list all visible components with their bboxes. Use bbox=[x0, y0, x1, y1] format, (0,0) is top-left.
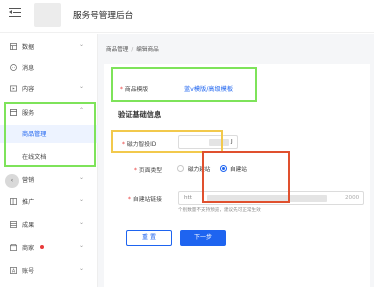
service-icon bbox=[10, 109, 17, 116]
sidebar-item-message[interactable]: 消息 bbox=[0, 59, 98, 77]
sidebar-item-label: 内容 bbox=[22, 86, 35, 93]
sidebar-item-label: 商品管理 bbox=[22, 131, 47, 138]
site-link-prefix: htt bbox=[184, 195, 192, 201]
reset-button[interactable]: 重 置 bbox=[126, 230, 172, 246]
sidebar-item-label: 推广 bbox=[22, 199, 35, 206]
content-play-icon bbox=[10, 85, 17, 92]
app-title: 服务号管理后台 bbox=[73, 11, 134, 21]
sidebar-item-content[interactable]: 内容 ⌄ bbox=[0, 80, 98, 98]
magnet-id-label: * 磁力智投ID bbox=[122, 142, 157, 148]
sidebar-item-account[interactable]: A 账号 ⌄ bbox=[0, 262, 98, 280]
chevron-down-icon: ⌄ bbox=[79, 242, 85, 249]
promotion-icon bbox=[10, 198, 17, 205]
sidebar-item-promotion[interactable]: 推广 ⌄ bbox=[0, 193, 98, 211]
template-label: * 商品模版 bbox=[120, 87, 149, 93]
app-logo bbox=[34, 3, 61, 27]
sidebar-item-label: 服务 bbox=[22, 110, 35, 117]
breadcrumb-separator: / bbox=[131, 47, 134, 53]
magnet-id-input[interactable]: J bbox=[178, 135, 238, 149]
sidebar-item-online-docs[interactable]: 在线文档 bbox=[0, 148, 98, 166]
page-type-label: * 页面类型 bbox=[134, 168, 163, 174]
required-mark: * bbox=[122, 142, 125, 148]
required-mark: * bbox=[120, 87, 123, 93]
sidebar-item-label: 商家 bbox=[22, 245, 35, 252]
page-type-option-label: 磁力建站 bbox=[188, 167, 211, 173]
data-grid-icon bbox=[10, 43, 17, 50]
store-icon bbox=[10, 244, 17, 251]
redacted-value bbox=[207, 195, 327, 202]
sidebar-item-label: 成果 bbox=[22, 222, 35, 229]
sidebar-item-service[interactable]: 服务 ⌃ bbox=[0, 104, 98, 122]
chevron-up-icon: ⌃ bbox=[79, 107, 85, 114]
sidebar-item-label: 数据 bbox=[22, 44, 35, 51]
edit-product-form: * 商品模版 蓝v模版/高级模板 验证基础信息 * 磁力智投ID J * 页面类型 磁… bbox=[104, 64, 370, 287]
sidebar-item-store[interactable]: 商家 ⌄ bbox=[0, 239, 98, 257]
required-mark: * bbox=[134, 168, 137, 174]
next-step-button[interactable]: 下一步 bbox=[180, 230, 226, 246]
notification-dot bbox=[40, 245, 44, 249]
message-icon bbox=[10, 64, 17, 71]
sidebar-item-label: 消息 bbox=[22, 65, 35, 72]
sidebar: 数据 ⌄ 消息 内容 ⌄ 服务 ⌃ 商品管理 在线文档 营销 ⌄ 推广 ⌄ 成果… bbox=[0, 34, 98, 287]
sidebar-item-product-management[interactable]: 商品管理 bbox=[0, 125, 98, 143]
site-link-label: * 自建站链接 bbox=[128, 197, 162, 203]
chevron-left-icon: ‹ bbox=[10, 177, 14, 184]
sidebar-item-label: 账号 bbox=[22, 268, 35, 275]
sidebar-item-label: 营销 bbox=[22, 177, 35, 184]
account-icon: A bbox=[10, 267, 17, 274]
menu-fold-icon[interactable] bbox=[9, 8, 21, 18]
sidebar-collapse-button[interactable]: ‹ bbox=[5, 174, 19, 188]
redacted-value bbox=[209, 139, 229, 146]
char-counter: 2000 bbox=[345, 195, 360, 201]
section-title: 验证基础信息 bbox=[118, 110, 162, 119]
breadcrumb: 商品管理 / 编辑商品 bbox=[106, 45, 159, 53]
site-link-hint: 个别数量不支持预览，建议先可正常生效 bbox=[178, 208, 261, 213]
template-link[interactable]: 蓝v模版/高级模板 bbox=[184, 84, 233, 93]
magnet-id-suffix: J bbox=[231, 139, 233, 145]
page-type-option-label: 自建站 bbox=[230, 167, 247, 173]
page-type-radio-self-built[interactable] bbox=[220, 165, 227, 172]
top-header: 服务号管理后台 bbox=[0, 0, 374, 33]
chevron-down-icon: ⌄ bbox=[79, 219, 85, 226]
sidebar-item-label: 在线文档 bbox=[22, 154, 47, 161]
page-type-radio-magnet[interactable] bbox=[177, 165, 184, 172]
sidebar-item-results[interactable]: 成果 ⌄ bbox=[0, 216, 98, 234]
svg-text:A: A bbox=[12, 268, 16, 274]
chevron-down-icon: ⌄ bbox=[79, 196, 85, 203]
chevron-down-icon: ⌄ bbox=[79, 41, 85, 48]
sidebar-item-data[interactable]: 数据 ⌄ bbox=[0, 38, 98, 56]
chevron-down-icon: ⌄ bbox=[79, 265, 85, 272]
breadcrumb-root[interactable]: 商品管理 bbox=[106, 47, 128, 53]
breadcrumb-current: 编辑商品 bbox=[136, 47, 159, 53]
chevron-down-icon: ⌄ bbox=[79, 83, 85, 90]
required-mark: * bbox=[128, 197, 131, 203]
site-link-input[interactable]: htt 2000 bbox=[178, 191, 364, 205]
main-content: 商品管理 / 编辑商品 * 商品模版 蓝v模版/高级模板 验证基础信息 * 磁力智投ID… bbox=[98, 34, 374, 287]
chevron-down-icon: ⌄ bbox=[79, 174, 85, 181]
results-icon bbox=[10, 221, 17, 228]
